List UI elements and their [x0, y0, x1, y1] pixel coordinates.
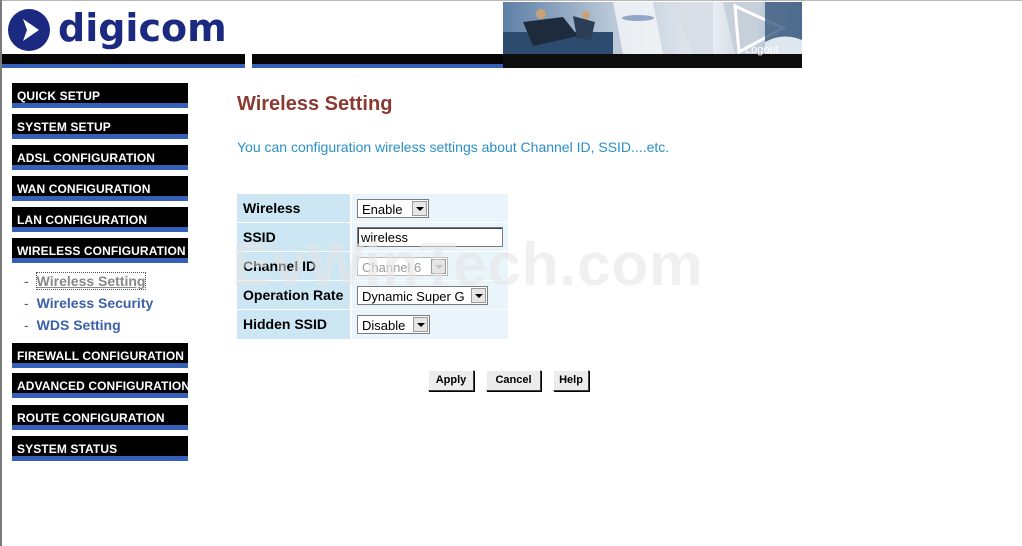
nav-system-setup[interactable]: SYSTEM SETUP	[12, 114, 188, 139]
subnav-wireless-setting[interactable]: - Wireless Setting	[24, 272, 147, 290]
ssid-input[interactable]: wireless	[357, 227, 503, 247]
brand-logo: digicom	[2, 2, 245, 54]
subnav-label: Wireless Security	[36, 295, 154, 311]
chevron-down-icon	[431, 258, 446, 274]
hidden-ssid-label: Hidden SSID	[237, 309, 351, 339]
form-row-wireless: Wireless Enable	[237, 193, 508, 223]
wireless-cell: Enable	[350, 193, 508, 223]
chevron-down-icon	[413, 316, 428, 332]
logo-bar-accent	[2, 64, 245, 68]
window-left-border	[0, 0, 2, 546]
nav-lan-configuration[interactable]: LAN CONFIGURATION	[12, 207, 188, 232]
subnav-label: Wireless Setting	[35, 272, 147, 290]
operation-rate-label: Operation Rate	[237, 280, 351, 310]
wireless-select-value: Enable	[362, 201, 403, 217]
nav-advanced-configuration[interactable]: ADVANCED CONFIGURATION	[12, 373, 191, 398]
nav-wireless-configuration[interactable]: WIRELESS CONFIGURATION	[12, 238, 188, 263]
subnav-label: WDS Setting	[36, 317, 121, 333]
hidden-ssid-select[interactable]: Disable	[357, 314, 430, 334]
nav-label: FIREWALL CONFIGURATION	[17, 349, 185, 363]
digicom-logo-icon	[8, 9, 50, 51]
nav-route-configuration[interactable]: ROUTE CONFIGURATION	[12, 405, 188, 430]
hidden-ssid-select-value: Disable	[362, 317, 406, 333]
logout-link[interactable]: Logout	[745, 44, 779, 56]
subnav-dash: -	[24, 317, 29, 333]
form-row-hidden-ssid: Hidden SSID Disable	[237, 309, 508, 339]
nav-adsl-configuration[interactable]: ADSL CONFIGURATION	[12, 145, 188, 170]
operation-rate-select-value: Dynamic Super G	[362, 288, 465, 304]
nav-label: LAN CONFIGURATION	[17, 213, 148, 227]
nav-system-status[interactable]: SYSTEM STATUS	[12, 436, 188, 461]
nav-label: SYSTEM STATUS	[17, 442, 118, 456]
wireless-select[interactable]: Enable	[357, 198, 429, 218]
form-row-channel: Channel ID Channel 6	[237, 251, 508, 281]
help-button[interactable]: Help	[553, 370, 589, 391]
subnav-wireless-security[interactable]: - Wireless Security	[24, 295, 153, 311]
form-row-rate: Operation Rate Dynamic Super G	[237, 280, 508, 310]
hidden-ssid-cell: Disable	[350, 309, 508, 339]
rate-cell: Dynamic Super G	[350, 280, 508, 310]
channel-id-select: Channel 6	[357, 256, 448, 276]
chevron-down-icon	[412, 200, 427, 216]
wireless-settings-form: Wireless Enable SSID wireless Channel ID…	[237, 193, 508, 339]
nav-label: WAN CONFIGURATION	[17, 182, 151, 196]
window-top-border	[0, 0, 1022, 1]
apply-button[interactable]: Apply	[428, 370, 474, 391]
subnav-dash: -	[24, 273, 29, 289]
wireless-label: Wireless	[237, 193, 351, 223]
banner-strip	[503, 54, 802, 68]
operation-rate-select[interactable]: Dynamic Super G	[357, 285, 488, 305]
chevron-down-icon	[471, 287, 486, 303]
logo-text: digicom	[58, 6, 227, 50]
nav-label: ADVANCED CONFIGURATION	[17, 379, 191, 393]
cancel-button[interactable]: Cancel	[486, 370, 541, 391]
subnav-dash: -	[24, 295, 29, 311]
page-title: Wireless Setting	[237, 93, 393, 115]
nav-label: ADSL CONFIGURATION	[17, 151, 156, 165]
nav-label: WIRELESS CONFIGURATION	[17, 244, 186, 258]
logo-bar	[2, 54, 245, 64]
subnav-wds-setting[interactable]: - WDS Setting	[24, 317, 121, 333]
channel-id-label: Channel ID	[237, 251, 351, 281]
channel-id-select-value: Channel 6	[362, 259, 422, 275]
ssid-label: SSID	[237, 222, 351, 252]
nav-firewall-configuration[interactable]: FIREWALL CONFIGURATION	[12, 343, 188, 368]
form-row-ssid: SSID wireless	[237, 222, 508, 252]
channel-cell: Channel 6	[350, 251, 508, 281]
page-description: You can configuration wireless settings …	[237, 139, 670, 155]
nav-quick-setup[interactable]: QUICK SETUP	[12, 83, 188, 108]
nav-label: ROUTE CONFIGURATION	[17, 411, 165, 425]
nav-wan-configuration[interactable]: WAN CONFIGURATION	[12, 176, 188, 201]
ssid-cell: wireless	[350, 222, 508, 252]
nav-label: QUICK SETUP	[17, 89, 101, 103]
nav-label: SYSTEM SETUP	[17, 120, 111, 134]
